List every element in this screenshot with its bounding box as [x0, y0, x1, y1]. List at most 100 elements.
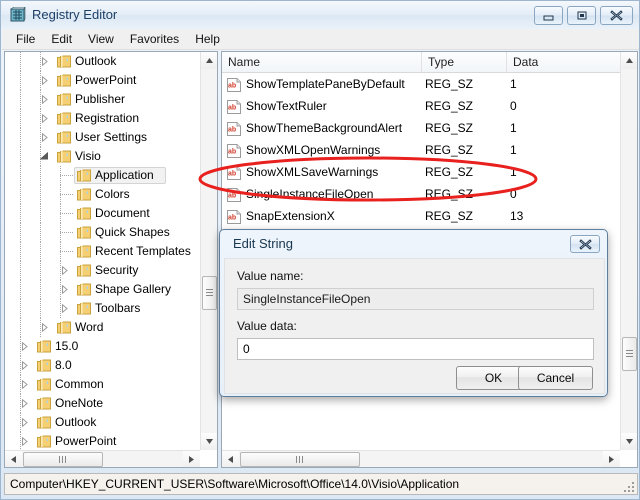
tree-expand-icon[interactable] [60, 285, 69, 294]
tree-item-publisher[interactable]: Publisher [5, 90, 199, 109]
tree-scroll-up-button[interactable] [201, 52, 217, 69]
column-header-name[interactable]: Name [222, 52, 421, 72]
tree-item-label: PowerPoint [55, 434, 117, 448]
cancel-button[interactable]: Cancel [518, 366, 593, 390]
value-type: REG_SZ [425, 143, 474, 157]
tree-item-15.0[interactable]: 15.0 [5, 337, 199, 356]
tree-item-user-settings[interactable]: User Settings [5, 128, 199, 147]
tree-item-label: 15.0 [55, 339, 79, 353]
registry-value-row[interactable]: ab ShowTemplatePaneByDefault REG_SZ 1 [222, 73, 620, 95]
tree-guide-line [20, 109, 21, 128]
tree-expand-icon[interactable] [60, 304, 69, 313]
resize-grip-icon[interactable] [623, 481, 635, 493]
column-header-data[interactable]: Data [506, 52, 620, 72]
tree-guide-line [20, 90, 21, 109]
string-value-icon: ab [227, 187, 241, 202]
menu-view[interactable]: View [80, 30, 122, 48]
maximize-button[interactable] [567, 6, 596, 25]
tree-expand-icon[interactable] [40, 133, 49, 142]
tree-expand-icon[interactable] [20, 380, 29, 389]
close-button[interactable] [600, 6, 633, 25]
tree-item-word[interactable]: Word [5, 318, 199, 337]
tree-item-shape-gallery[interactable]: Shape Gallery [5, 280, 199, 299]
registry-editor-window: Registry Editor File Edit View Favorites… [0, 0, 640, 500]
tree-item-security[interactable]: Security [5, 261, 199, 280]
value-data-input[interactable]: 0 [237, 338, 594, 360]
tree-expand-icon[interactable] [40, 95, 49, 104]
tree-expand-icon[interactable] [40, 76, 49, 85]
tree-scroll-left-button[interactable] [5, 451, 22, 467]
tree-expand-icon[interactable] [40, 114, 49, 123]
column-header-type[interactable]: Type [421, 52, 506, 72]
folder-icon [57, 150, 71, 163]
tree-item-common[interactable]: Common [5, 375, 199, 394]
folder-icon [77, 283, 91, 296]
list-vertical-scrollbar[interactable] [620, 52, 637, 450]
string-value-icon: ab [227, 165, 241, 180]
tree-expand-icon[interactable] [20, 399, 29, 408]
tree-expand-icon[interactable] [60, 266, 69, 275]
tree-scroll-down-button[interactable] [201, 433, 217, 450]
tree-item-powerpoint[interactable]: PowerPoint [5, 432, 199, 450]
minimize-button[interactable] [534, 6, 563, 25]
tree-item-outlook[interactable]: Outlook [5, 52, 199, 71]
tree-item-label: Visio [75, 149, 101, 163]
list-scroll-thumb[interactable] [622, 337, 637, 371]
registry-value-row[interactable]: ab ShowXMLSaveWarnings REG_SZ 1 [222, 161, 620, 183]
tree-item-powerpoint[interactable]: PowerPoint [5, 71, 199, 90]
registry-value-row[interactable]: ab SingleInstanceFileOpen REG_SZ 0 [222, 183, 620, 205]
folder-icon [37, 340, 51, 353]
registry-value-row[interactable]: ab ShowTextRuler REG_SZ 0 [222, 95, 620, 117]
tree-item-recent-templates[interactable]: Recent Templates [5, 242, 199, 261]
tree-horizontal-scrollbar[interactable] [5, 450, 200, 467]
tree-item-registration[interactable]: Registration [5, 109, 199, 128]
tree-expand-icon[interactable] [20, 437, 29, 446]
svg-text:ab: ab [228, 193, 236, 200]
tree-item-document[interactable]: Document [5, 204, 199, 223]
tree-expand-icon[interactable] [20, 361, 29, 370]
registry-value-row[interactable]: ab SnapExtensionX REG_SZ 13 [222, 205, 620, 227]
value-type: REG_SZ [425, 187, 474, 201]
folder-icon [77, 188, 91, 201]
tree-vertical-scrollbar[interactable] [200, 52, 217, 450]
list-hscroll-thumb[interactable] [240, 452, 360, 467]
registry-value-row[interactable]: ab ShowXMLOpenWarnings REG_SZ 1 [222, 139, 620, 161]
tree-collapse-icon[interactable] [40, 152, 49, 161]
tree-item-8.0[interactable]: 8.0 [5, 356, 199, 375]
value-name-input[interactable]: SingleInstanceFileOpen [237, 288, 594, 310]
tree-item-label: Colors [95, 187, 130, 201]
list-scroll-right-button[interactable] [603, 451, 620, 467]
menu-favorites[interactable]: Favorites [122, 30, 187, 48]
tree-item-toolbars[interactable]: Toolbars [5, 299, 199, 318]
tree-expand-icon[interactable] [40, 57, 49, 66]
menu-file[interactable]: File [8, 30, 43, 48]
tree-item-application[interactable]: Application [5, 166, 199, 185]
tree-expand-icon[interactable] [20, 418, 29, 427]
value-name: SingleInstanceFileOpen [246, 187, 374, 201]
string-value-icon: ab [227, 209, 241, 224]
list-horizontal-scrollbar[interactable] [222, 450, 620, 467]
registry-tree[interactable]: Outlook PowerPoint Publisher Registration Us… [5, 52, 199, 450]
dialog-body: Value name: SingleInstanceFileOpen Value… [224, 258, 605, 394]
list-scroll-left-button[interactable] [222, 451, 239, 467]
menu-edit[interactable]: Edit [43, 30, 80, 48]
tree-expand-icon[interactable] [40, 323, 49, 332]
registry-value-row[interactable]: ab ShowThemeBackgroundAlert REG_SZ 1 [222, 117, 620, 139]
tree-item-onenote[interactable]: OneNote [5, 394, 199, 413]
tree-item-colors[interactable]: Colors [5, 185, 199, 204]
menu-help[interactable]: Help [187, 30, 228, 48]
tree-hscroll-thumb[interactable] [23, 452, 103, 467]
tree-item-outlook[interactable]: Outlook [5, 413, 199, 432]
value-data: 1 [510, 143, 517, 157]
tree-expand-icon[interactable] [20, 342, 29, 351]
tree-scroll-right-button[interactable] [183, 451, 200, 467]
tree-item-visio[interactable]: Visio [5, 147, 199, 166]
registry-tree-pane[interactable]: Outlook PowerPoint Publisher Registration Us… [4, 51, 218, 468]
tree-item-label: 8.0 [55, 358, 72, 372]
list-scroll-up-button[interactable] [621, 52, 637, 69]
list-scroll-down-button[interactable] [621, 433, 637, 450]
dialog-close-button[interactable] [570, 235, 600, 253]
value-type: REG_SZ [425, 77, 474, 91]
tree-scroll-thumb[interactable] [202, 276, 217, 310]
tree-item-quick-shapes[interactable]: Quick Shapes [5, 223, 199, 242]
